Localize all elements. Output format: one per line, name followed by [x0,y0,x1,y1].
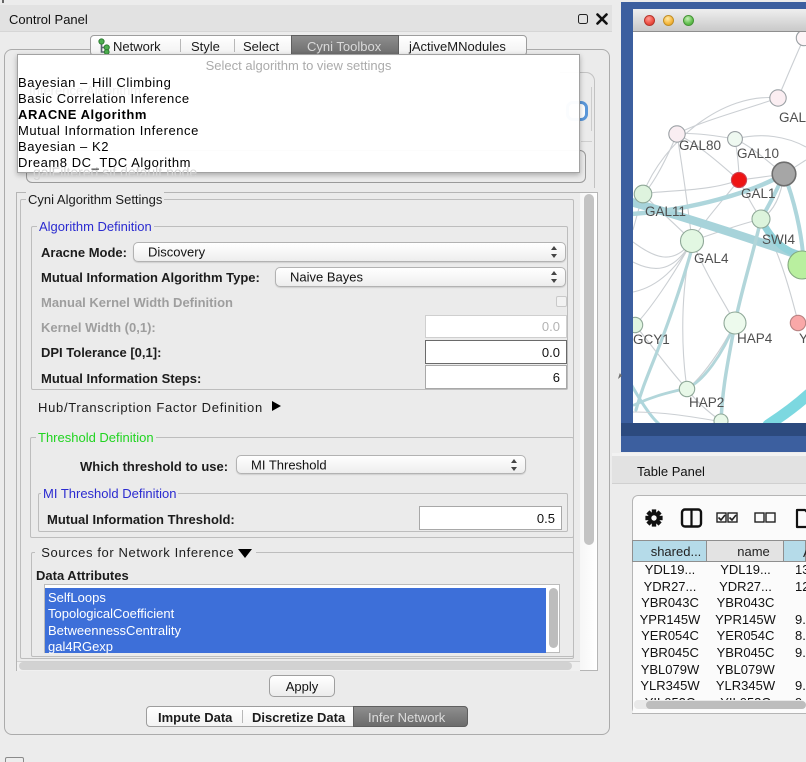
svg-text:GAL10: GAL10 [737,146,779,161]
svg-text:GAL4: GAL4 [694,251,729,266]
svg-text:Y: Y [799,331,806,346]
svg-text:HAP4: HAP4 [737,331,773,346]
svg-text:GAL80: GAL80 [679,138,721,153]
svg-text:GAL1: GAL1 [741,186,776,201]
svg-text:SWI4: SWI4 [762,232,795,247]
svg-text:GAL: GAL [779,110,806,125]
svg-text:GAL11: GAL11 [645,204,686,219]
svg-text:HAP2: HAP2 [689,395,724,410]
svg-text:GCY1: GCY1 [633,332,670,347]
